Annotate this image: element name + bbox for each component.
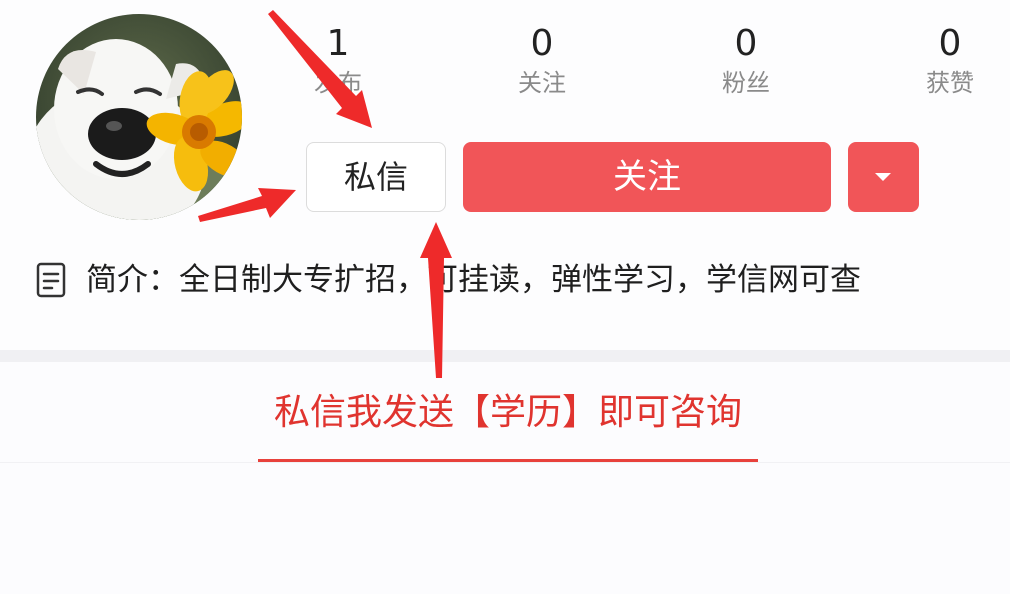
bio-text: 简介：全日制大专扩招，可挂读，弹性学习，学信网可查 xyxy=(86,262,861,298)
annotation-underline xyxy=(258,459,758,462)
divider xyxy=(0,462,1010,463)
message-button[interactable]: 私信 xyxy=(306,142,446,212)
avatar-photo xyxy=(36,14,242,220)
stat-posts[interactable]: 1 发布 xyxy=(278,22,398,100)
likes-count: 0 xyxy=(938,23,962,64)
posts-count: 1 xyxy=(326,23,350,64)
stat-likes[interactable]: 0 获赞 xyxy=(890,22,1010,100)
stat-followers[interactable]: 0 粉丝 xyxy=(686,22,806,100)
bio: 简介：全日制大专扩招，可挂读，弹性学习，学信网可查 xyxy=(36,258,861,302)
avatar[interactable] xyxy=(36,14,242,220)
annotation-text: 私信我发送【学历】即可咨询 xyxy=(273,392,742,433)
follow-button[interactable]: 关注 xyxy=(463,142,831,212)
document-icon xyxy=(36,262,66,298)
following-label: 关注 xyxy=(518,69,566,97)
section-divider xyxy=(0,350,1010,362)
followers-count: 0 xyxy=(734,23,758,64)
followers-label: 粉丝 xyxy=(722,69,770,97)
stat-following[interactable]: 0 关注 xyxy=(482,22,602,100)
likes-label: 获赞 xyxy=(926,69,974,97)
more-options-button[interactable] xyxy=(848,142,919,212)
following-count: 0 xyxy=(530,23,554,64)
chevron-down-icon xyxy=(875,173,891,181)
profile-card: 1 发布 0 关注 0 粉丝 0 获赞 私信 关注 简介：全日制大专扩招，可挂读… xyxy=(0,0,1010,350)
posts-label: 发布 xyxy=(314,69,362,97)
